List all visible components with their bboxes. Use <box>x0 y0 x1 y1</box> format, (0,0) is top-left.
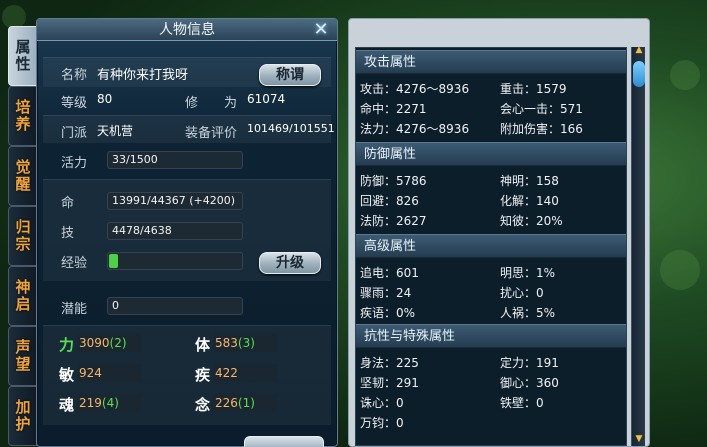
background-foliage <box>670 60 700 90</box>
soul-label: 魂 <box>59 396 75 414</box>
level-row: 等级 80 修 为 61074 <box>43 87 331 113</box>
section-attack-title: 攻击属性 <box>356 50 626 74</box>
attr-item: 附加伤害：166 <box>500 122 583 136</box>
scrollbar[interactable]: ▲ ▼ <box>631 45 646 446</box>
attr-item: 攻击：4276～8936 <box>360 82 470 96</box>
attr-item: 御心：360 <box>500 376 559 390</box>
attribute-panel: 攻击属性 攻击：4276～8936 重击：1579 命中：2271 会心一击：5… <box>348 18 650 447</box>
potential-row: 潜能 0 <box>43 293 331 319</box>
physique-value: 583(3) <box>213 334 277 352</box>
name-row: 名称 有种你来打我呀 称谓 <box>43 57 331 87</box>
tab-blessing[interactable]: 加护 <box>8 386 38 446</box>
sect-value: 天机营 <box>97 124 134 138</box>
soul-number: 219 <box>79 396 102 410</box>
attr-item: 明思：1% <box>500 266 556 280</box>
strength-bonus: (2) <box>109 336 127 350</box>
attr-item: 铁壁：0 <box>500 396 544 410</box>
resource-block: 命 13991/44367 (+4200) 技 4478/4638 经验 升级 <box>43 179 331 281</box>
base-stats: 力 3090(2) 体 583(3) 敏 924 疾 422 魂 219(4) … <box>43 325 331 425</box>
attr-item: 疾语：0% <box>360 306 416 320</box>
strength-value: 3090(2) <box>77 334 141 352</box>
sect-label: 门派 <box>61 126 88 141</box>
exp-label: 经验 <box>61 256 88 271</box>
potential-value: 0 <box>107 297 243 315</box>
life-label: 命 <box>61 196 75 211</box>
tab-cultivate[interactable]: 培养 <box>8 86 38 146</box>
attr-item: 定力：191 <box>500 356 559 370</box>
attr-item: 法防：2627 <box>360 214 427 228</box>
section-defense-title: 防御属性 <box>356 142 626 166</box>
name-value: 有种你来打我呀 <box>97 68 189 83</box>
mind-value: 226(1) <box>213 394 277 412</box>
scroll-thumb[interactable] <box>633 61 645 87</box>
scroll-down-icon[interactable]: ▼ <box>632 434 646 444</box>
tab-attributes[interactable]: 属性 <box>8 26 38 86</box>
vitality-label: 活力 <box>61 156 88 171</box>
agility-label: 敏 <box>59 366 75 384</box>
strength-number: 3090 <box>79 336 110 350</box>
attr-item: 命中：2271 <box>360 102 427 116</box>
agility-value: 924 <box>77 364 141 382</box>
vitality-value: 33/1500 <box>107 151 243 169</box>
tab-awaken[interactable]: 觉醒 <box>8 146 38 206</box>
life-value: 13991/44367 (+4200) <box>107 192 243 210</box>
attr-item: 扰心：0 <box>500 286 544 300</box>
attr-item: 知彼：20% <box>500 214 563 228</box>
cultivation-label: 修 为 <box>185 96 238 111</box>
attribute-list: 攻击属性 攻击：4276～8936 重击：1579 命中：2271 会心一击：5… <box>355 47 627 446</box>
attr-item: 回避：826 <box>360 194 419 208</box>
attr-item: 坚韧：291 <box>360 376 419 390</box>
attr-item: 骤雨：24 <box>360 286 412 300</box>
physique-number: 583 <box>215 336 238 350</box>
attr-item: 人祸：5% <box>500 306 556 320</box>
bottom-button[interactable] <box>244 436 324 447</box>
attr-item: 重击：1579 <box>500 82 567 96</box>
tab-return[interactable]: 归宗 <box>8 206 38 266</box>
mind-number: 226 <box>215 396 238 410</box>
scroll-up-icon[interactable]: ▲ <box>632 45 646 55</box>
attr-item: 神明：158 <box>500 174 559 188</box>
level-value: 80 <box>97 92 113 106</box>
physique-label: 体 <box>195 336 211 354</box>
tab-reputation[interactable]: 声望 <box>8 326 38 386</box>
attr-item: 化解：140 <box>500 194 559 208</box>
exp-bar-fill <box>109 254 119 268</box>
section-advanced-title: 高级属性 <box>356 234 626 258</box>
attr-item: 万钧：0 <box>360 416 404 430</box>
close-icon[interactable]: ✕ <box>311 20 331 40</box>
attr-item: 诛心：0 <box>360 396 404 410</box>
upgrade-button[interactable]: 升级 <box>259 252 321 274</box>
skill-label: 技 <box>61 226 75 241</box>
soul-value: 219(4) <box>77 394 141 412</box>
name-label: 名称 <box>61 68 88 83</box>
gear-label: 装备评价 <box>185 126 238 141</box>
strength-label: 力 <box>59 336 75 354</box>
title-button[interactable]: 称谓 <box>259 64 321 86</box>
sect-row: 门派 天机营 装备评价 101469/101551 <box>43 115 335 143</box>
tab-divine[interactable]: 神启 <box>8 266 38 326</box>
mind-bonus: (1) <box>237 396 255 410</box>
attr-item: 防御：5786 <box>360 174 427 188</box>
speed-value: 422 <box>213 364 277 382</box>
mind-label: 念 <box>195 396 211 414</box>
attr-item: 追电：601 <box>360 266 419 280</box>
side-tabs: 属性 培养 觉醒 归宗 神启 声望 加护 <box>8 26 38 446</box>
section-resist-title: 抗性与特殊属性 <box>356 324 626 348</box>
vitality-row: 活力 33/1500 <box>43 147 331 173</box>
panel-title: 人物信息 <box>37 19 337 41</box>
background-foliage <box>660 250 700 290</box>
exp-bar <box>107 252 243 270</box>
skill-value: 4478/4638 <box>107 222 243 240</box>
character-panel: 人物信息 ✕ 名称 有种你来打我呀 称谓 等级 80 修 为 61074 门派 … <box>36 18 338 447</box>
level-label: 等级 <box>61 96 88 111</box>
physique-bonus: (3) <box>237 336 255 350</box>
attr-item: 身法：225 <box>360 356 419 370</box>
cultivation-value: 61074 <box>247 92 286 106</box>
potential-label: 潜能 <box>61 302 88 317</box>
soul-bonus: (4) <box>101 396 119 410</box>
gear-value: 101469/101551 <box>247 122 335 135</box>
speed-label: 疾 <box>195 366 211 384</box>
attr-item: 法力：4276～8936 <box>360 122 470 136</box>
attr-item: 会心一击：571 <box>500 102 583 116</box>
